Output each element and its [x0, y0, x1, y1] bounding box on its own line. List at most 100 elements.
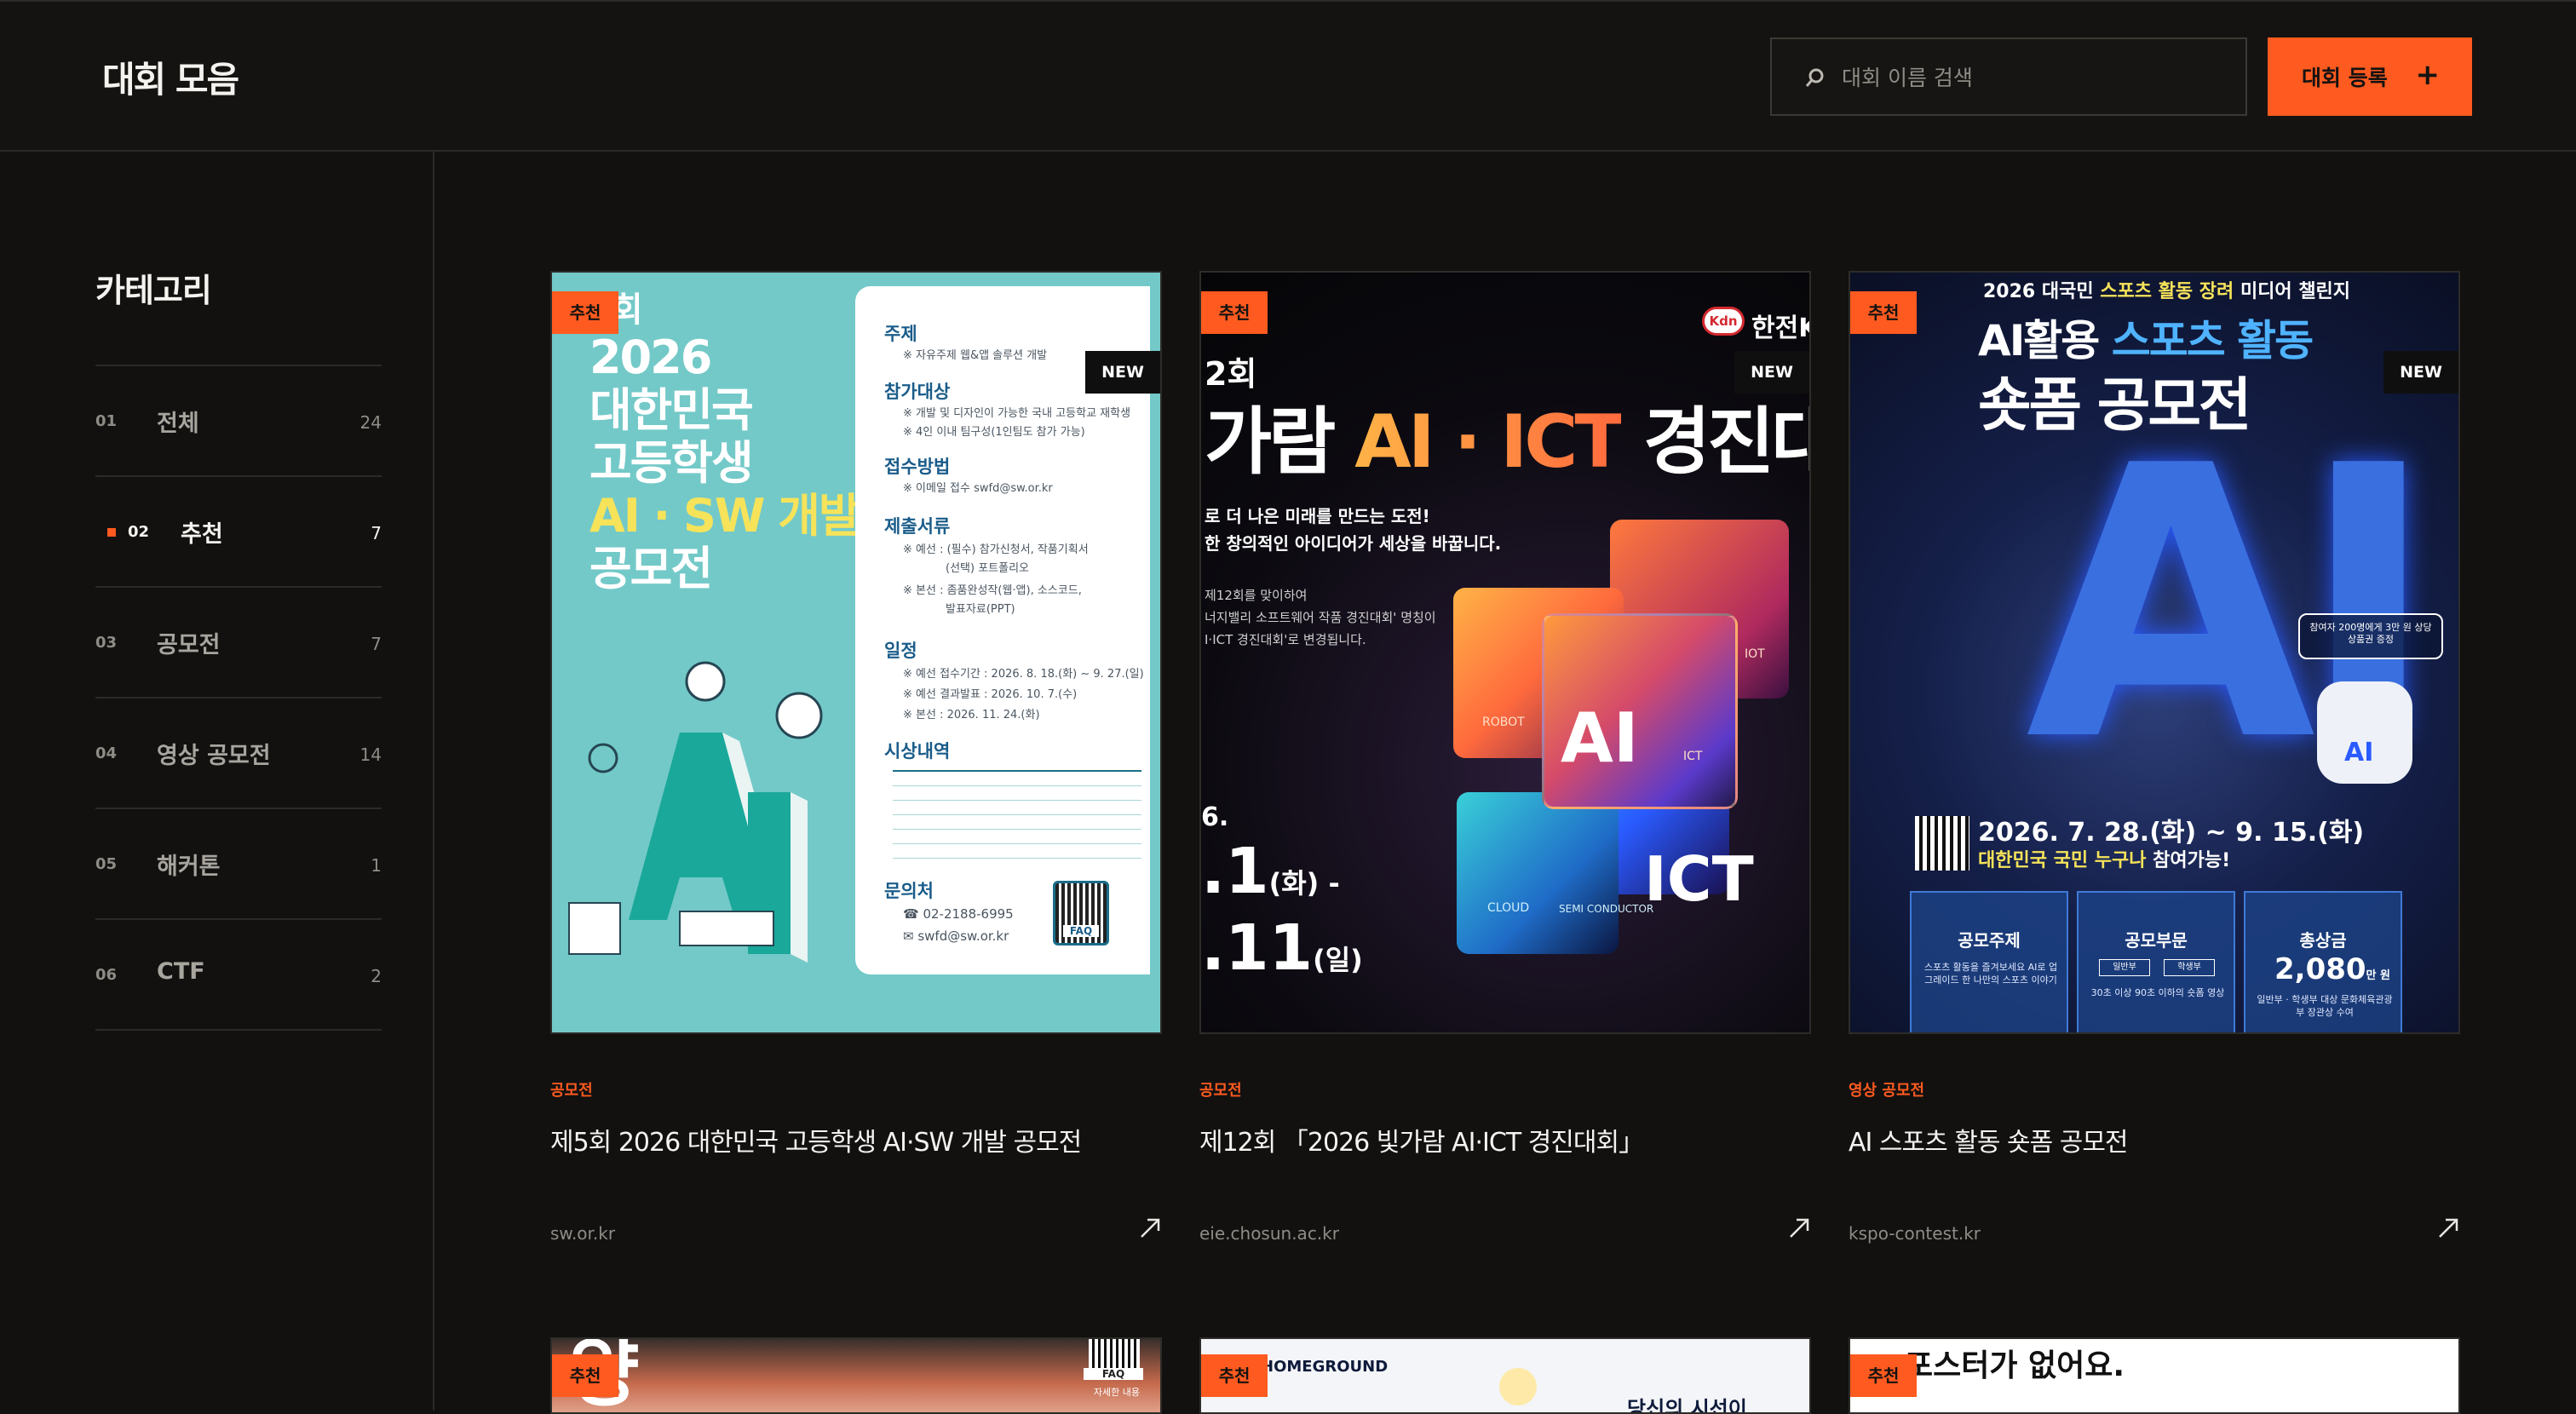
poster-text: ※ 본선 : 좀품완성작(웹·앱), 소스코드, [903, 584, 1082, 597]
poster-text: .11 [1201, 911, 1314, 985]
recommended-badge: 추천 [552, 291, 618, 334]
contest-poster[interactable]: 양 FAQ 자세한 내용 추천 [550, 1337, 1162, 1414]
poster-text: 스포츠 활동 장려 [2100, 281, 2234, 302]
plus-icon: + [2415, 58, 2441, 92]
search-input[interactable] [1840, 55, 2232, 101]
poster-text: ※ 예선 결과발표 : 2026. 10. 7.(수) [903, 688, 1078, 701]
new-badge: NEW [2383, 351, 2458, 394]
poster-section-heading: 제출서류 [884, 516, 951, 537]
card-title[interactable]: 제12회 「2026 빛가람 AI·ICT 경진대회」 [1199, 1121, 1644, 1158]
poster-text: 가람 [1205, 399, 1355, 485]
poster-logo-text: 한전K [1751, 313, 1809, 343]
poster-text: ※ 본선 : 2026. 11. 24.(화) [903, 709, 1040, 721]
category-count: 1 [371, 855, 382, 876]
poster-text: 학생부 [2164, 959, 2215, 976]
category-label: 공모전 [157, 632, 221, 658]
poster-text: ROBOT [1482, 716, 1525, 729]
poster-text: HOMEGROUND [1261, 1358, 1389, 1376]
external-link-arrow-icon[interactable] [1787, 1216, 1811, 1240]
card-category: 영상 공모전 [1849, 1082, 1925, 1100]
poster-text: ※ 4인 이내 팀구성(1인팀도 참가 가능) [903, 426, 1085, 439]
poster-text: ※ 개발 및 디자인이 가능한 국내 고등학교 재학생 [903, 407, 1131, 420]
poster-info-box: 공모부문 일반부 학생부 30초 이상 90초 이하의 숏폼 영상 [2077, 891, 2235, 1032]
contest-poster[interactable]: 5회 2026 대한민국 고등학생 AI · SW 개발 공모전 주제 ※ 자유… [550, 271, 1162, 1034]
qr-code [1915, 816, 1969, 871]
category-number: 04 [95, 744, 118, 762]
recommended-badge: 추천 [1850, 291, 1917, 334]
category-label: CTF [157, 958, 205, 985]
external-link-arrow-icon[interactable] [2436, 1216, 2460, 1240]
poster-text: 당신의 시선이 [1627, 1397, 1747, 1414]
category-number: 03 [95, 634, 118, 652]
category-item-recommended[interactable]: 02 추천 7 [95, 477, 382, 588]
poster-text: 포스터가 없어요. [1905, 1348, 2125, 1383]
poster-section-heading: 참가대상 [884, 382, 951, 402]
poster-text: 제12회를 맞이하여 [1205, 588, 1308, 603]
poster-text: (선택) 포트폴리오 [946, 562, 1029, 575]
poster-text: (일) [1313, 944, 1363, 976]
sidebar-title: 카테고리 [95, 272, 212, 309]
poster-text: 로 더 나은 미래를 만드는 도전! [1205, 506, 1430, 526]
poster-text: FAQ [1063, 925, 1099, 937]
poster-text: (화) - [1268, 867, 1340, 900]
poster-text: 경진대회 [1643, 399, 1809, 485]
new-badge: NEW [1085, 351, 1160, 394]
poster-text: ICT [1644, 843, 1754, 915]
poster-heading: 가람 AI · ICT 경진대회 [1205, 382, 1809, 488]
poster-info-box: 공모주제 스포츠 활동을 즐겨보세요 AI로 업그레이드 한 나만의 스포츠 이… [1910, 891, 2068, 1032]
poster-text: 만 원 [2366, 969, 2390, 982]
external-link-arrow-icon[interactable] [1138, 1216, 1162, 1240]
category-label: 영상 공모전 [157, 743, 271, 769]
page-title: 대회 모음 [102, 59, 239, 101]
poster-text: ☎ 02-2188-6995 [903, 906, 1014, 922]
recommended-badge: 추천 [1201, 291, 1268, 334]
category-count: 2 [371, 966, 382, 986]
category-item-video-contest[interactable]: 04 영상 공모전 14 [95, 698, 382, 809]
card-site: eie.chosun.ac.kr [1199, 1223, 1339, 1244]
category-number: 01 [95, 412, 118, 430]
poster-text: AI [2344, 738, 2374, 767]
poster-text: SEMI CONDUCTOR [1559, 903, 1654, 915]
poster-text: ✉ swfd@sw.or.kr [903, 928, 1009, 944]
poster-text: 고등학생 [589, 436, 754, 490]
search-box[interactable] [1770, 37, 2247, 116]
poster-prize: 2,080만 원 [2274, 952, 2390, 986]
active-indicator [107, 528, 116, 537]
poster-text: 일반부 · 학생부 대상 문화체육관광부 장관상 수여 [2257, 994, 2393, 1019]
contest-poster[interactable]: HOMEGROUND 당신의 시선이 추천 [1199, 1337, 1811, 1414]
poster-text: FAQ [1084, 1368, 1143, 1380]
poster-eligibility: 대한민국 국민 누구나 참여가능! [1978, 845, 2230, 872]
category-sidebar: 카테고리 01 전체 24 02 추천 7 03 공모전 7 04 영상 공모전… [0, 152, 434, 1411]
category-item-hackathon[interactable]: 05 해커톤 1 [95, 809, 382, 920]
poster-cube [1457, 792, 1619, 954]
poster-text: 2026 [589, 331, 712, 384]
poster-text: 6. [1201, 802, 1229, 832]
poster-date: .1(화) - [1201, 835, 1340, 908]
poster-text: AI · ICT [1354, 399, 1624, 485]
card-title[interactable]: AI 스포츠 활동 숏폼 공모전 [1849, 1121, 2129, 1158]
poster-section-heading: 접수방법 [884, 457, 951, 477]
poster-speech-bubble: 참여자 200명에게 3만 원 상당 상품권 증정 [2298, 613, 2443, 659]
poster-text: CLOUD [1487, 901, 1530, 915]
category-item-all[interactable]: 01 전체 24 [95, 366, 382, 477]
contest-poster[interactable]: 2026 대국민 스포츠 활동 장려 미디어 챌린지 AI활용 스포츠 활동 숏… [1849, 271, 2460, 1034]
poster-text: 발표자료(PPT) [946, 603, 1015, 616]
category-item-ctf[interactable]: 06 CTF 2 [95, 920, 382, 1031]
poster-text: ※ 예선 접수기간 : 2026. 8. 18.(화) ~ 9. 27.(일) [903, 668, 1144, 681]
recommended-badge: 추천 [552, 1354, 618, 1397]
category-item-contest[interactable]: 03 공모전 7 [95, 588, 382, 698]
category-count: 24 [359, 412, 382, 433]
category-number: 02 [128, 523, 150, 541]
category-number: 05 [95, 855, 118, 873]
category-count: 7 [371, 523, 382, 543]
category-label: 전체 [157, 411, 199, 437]
poster-top-line: 2026 대국민 스포츠 활동 장려 미디어 챌린지 [1983, 276, 2350, 303]
contest-poster[interactable]: Kdn 한전K 2회 가람 AI · ICT 경진대회 로 더 나은 미래를 만… [1199, 271, 1811, 1034]
poster-illustration [568, 661, 823, 963]
card-title[interactable]: 제5회 2026 대한민국 고등학생 AI·SW 개발 공모전 [550, 1121, 1082, 1158]
contest-poster[interactable]: 포스터가 없어요. 추천 [1849, 1337, 2460, 1414]
poster-date: .11(일) [1201, 911, 1363, 985]
register-contest-button[interactable]: 대회 등록 + [2268, 37, 2472, 116]
poster-text: ※ 예선 : (필수) 참가신청서, 작품기획서 [903, 543, 1089, 556]
poster-text: 공모전 [589, 542, 713, 595]
